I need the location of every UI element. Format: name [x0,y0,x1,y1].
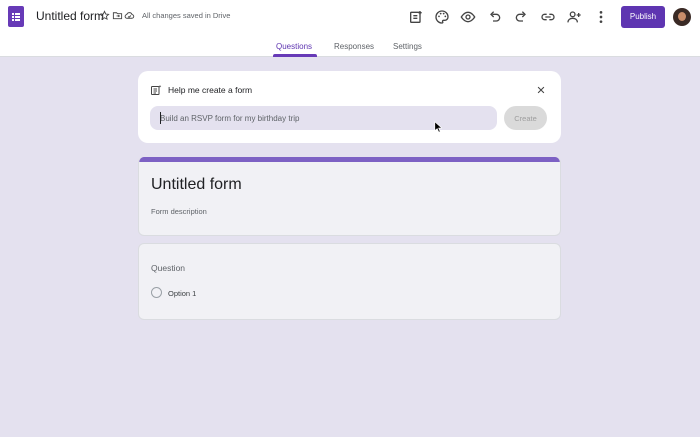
text-caret [160,112,161,124]
close-icon[interactable] [536,85,546,95]
cloud-saved-icon[interactable] [124,10,135,21]
form-description[interactable]: Form description [151,207,207,216]
mouse-cursor-icon [434,121,442,133]
publish-button[interactable]: Publish [621,6,665,28]
link-icon[interactable] [540,9,556,25]
tab-questions[interactable]: Questions [276,42,312,51]
help-me-create-card: Help me create a form Create [138,71,561,143]
top-bar: Untitled form All changes saved in Drive… [0,0,700,57]
question-title[interactable]: Question [151,263,185,273]
option-label[interactable]: Option 1 [168,289,196,298]
active-tab-indicator [273,54,317,57]
radio-button [151,287,162,298]
create-button[interactable]: Create [504,106,547,130]
form-prompt-input[interactable] [150,106,497,130]
addon-icon[interactable] [408,9,424,25]
ai-form-icon [151,85,162,95]
accent-bar [139,157,560,162]
more-vert-icon[interactable] [593,9,609,25]
star-icon[interactable] [99,10,110,21]
help-card-title: Help me create a form [168,85,253,95]
question-card[interactable]: Question Option 1 [138,243,561,320]
preview-eye-icon[interactable] [460,9,476,25]
undo-icon[interactable] [487,9,503,25]
tab-settings[interactable]: Settings [393,42,422,51]
google-forms-icon[interactable] [8,6,24,27]
add-collaborator-icon[interactable] [566,9,582,25]
move-to-folder-icon[interactable] [112,10,123,21]
avatar[interactable] [673,8,691,26]
document-title[interactable]: Untitled form [36,9,104,23]
form-title[interactable]: Untitled form [151,176,242,194]
save-status: All changes saved in Drive [142,11,231,20]
form-title-card[interactable]: Untitled form Form description [138,157,561,236]
redo-icon[interactable] [513,9,529,25]
tab-responses[interactable]: Responses [334,42,374,51]
palette-icon[interactable] [434,9,450,25]
